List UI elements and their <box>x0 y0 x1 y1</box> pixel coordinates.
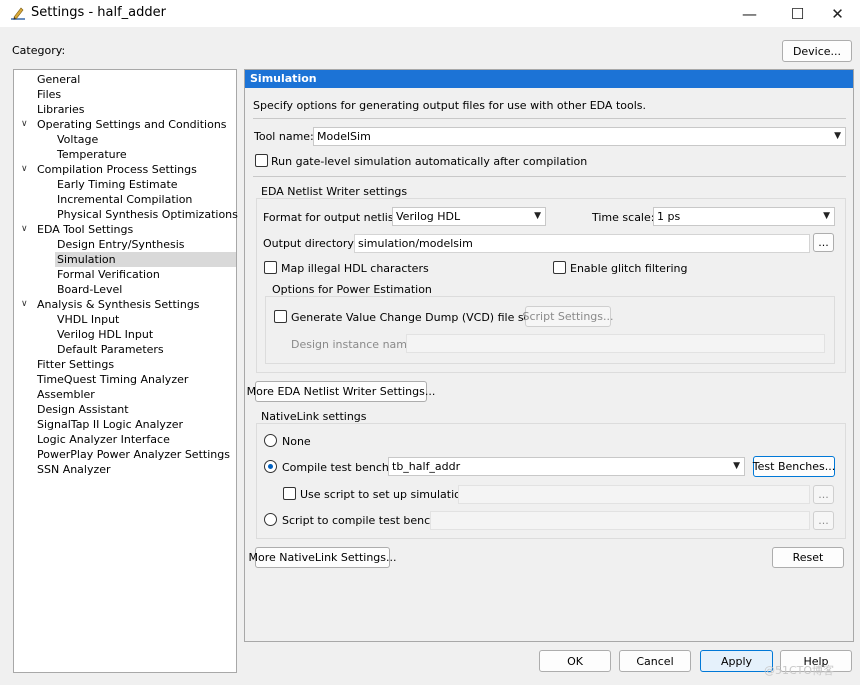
none-radio[interactable] <box>264 434 277 447</box>
compile-tb-value: tb_half_addr <box>392 460 461 473</box>
script-compile-radio[interactable] <box>264 513 277 526</box>
panel-header: Simulation <box>245 70 853 88</box>
tree-item[interactable]: VHDL Input <box>55 312 121 327</box>
run-gate-level-checkbox[interactable] <box>255 154 268 167</box>
tree-item[interactable]: Assembler <box>35 387 97 402</box>
design-instance-input[interactable] <box>406 334 825 353</box>
chevron-down-icon: ▼ <box>834 131 841 141</box>
tool-name-select[interactable]: ModelSim ▼ <box>313 127 846 146</box>
chevron-down-icon: ▼ <box>823 211 830 221</box>
tree-item[interactable]: Design Assistant <box>35 402 131 417</box>
apply-button[interactable]: Apply <box>700 650 773 672</box>
compile-tb-select[interactable]: tb_half_addr ▼ <box>388 457 745 476</box>
timescale-value: 1 ps <box>657 210 681 223</box>
minimize-button[interactable]: — <box>727 0 772 28</box>
tree-item[interactable]: Compilation Process Settings <box>35 162 199 177</box>
power-group-title: Options for Power Estimation <box>272 283 432 296</box>
chevron-down-icon[interactable]: ∨ <box>21 297 31 312</box>
pencil-icon <box>11 7 25 20</box>
tree-item[interactable]: Files <box>35 87 63 102</box>
use-script-input[interactable] <box>458 485 810 504</box>
output-dir-label: Output directory: <box>263 237 357 250</box>
timescale-label: Time scale: <box>592 211 655 224</box>
timescale-select[interactable]: 1 ps ▼ <box>653 207 835 226</box>
run-gate-level-label: Run gate-level simulation automatically … <box>271 155 588 168</box>
chevron-down-icon[interactable]: ∨ <box>21 222 31 237</box>
map-illegal-checkbox[interactable] <box>264 261 277 274</box>
format-value: Verilog HDL <box>396 210 461 223</box>
tree-item[interactable]: EDA Tool Settings <box>35 222 135 237</box>
window-title: Settings - half_adder <box>31 5 166 20</box>
script-compile-browse-button[interactable]: ... <box>813 511 834 530</box>
tree-item[interactable]: Physical Synthesis Optimizations <box>55 207 240 222</box>
more-nativelink-button[interactable]: More NativeLink Settings... <box>249 547 397 568</box>
panel-description: Specify options for generating output fi… <box>253 99 647 112</box>
script-compile-label: Script to compile test bench: <box>282 514 441 527</box>
tree-item[interactable]: General <box>35 72 82 87</box>
tree-item[interactable]: Formal Verification <box>55 267 162 282</box>
divider <box>253 118 846 119</box>
tree-item[interactable]: PowerPlay Power Analyzer Settings <box>35 447 232 462</box>
tree-item[interactable]: Fitter Settings <box>35 357 116 372</box>
tree-item[interactable]: Operating Settings and Conditions <box>35 117 229 132</box>
design-instance-label: Design instance name: <box>291 338 418 351</box>
tree-item[interactable]: SignalTap II Logic Analyzer <box>35 417 185 432</box>
chevron-down-icon: ▼ <box>534 211 541 221</box>
divider <box>253 176 846 177</box>
tree-item[interactable]: Libraries <box>35 102 87 117</box>
tree-item[interactable]: Design Entry/Synthesis <box>55 237 186 252</box>
output-dir-input[interactable]: simulation/modelsim <box>354 234 810 253</box>
script-compile-input[interactable] <box>430 511 810 530</box>
enable-glitch-checkbox[interactable] <box>553 261 566 274</box>
tree-item[interactable]: Temperature <box>55 147 129 162</box>
format-select[interactable]: Verilog HDL ▼ <box>392 207 546 226</box>
tree-item[interactable]: Analysis & Synthesis Settings <box>35 297 202 312</box>
chevron-down-icon: ▼ <box>733 461 740 471</box>
tree-item[interactable]: Verilog HDL Input <box>55 327 155 342</box>
use-script-label: Use script to set up simulation: <box>300 488 472 501</box>
netlist-group-title: EDA Netlist Writer settings <box>261 185 408 198</box>
close-button[interactable]: ✕ <box>815 0 860 28</box>
tree-item[interactable]: Voltage <box>55 132 100 147</box>
tree-item[interactable]: TimeQuest Timing Analyzer <box>35 372 190 387</box>
tree-item[interactable]: Early Timing Estimate <box>55 177 180 192</box>
enable-glitch-label: Enable glitch filtering <box>570 262 688 275</box>
none-label: None <box>282 435 311 448</box>
maximize-button[interactable]: ☐ <box>775 0 820 28</box>
use-script-browse-button[interactable]: ... <box>813 485 834 504</box>
test-benches-button[interactable]: Test Benches... <box>753 456 835 477</box>
device-button[interactable]: Device... <box>782 40 852 62</box>
format-label: Format for output netlist: <box>263 211 402 224</box>
output-dir-browse-button[interactable]: ... <box>813 233 834 252</box>
compile-tb-label: Compile test bench: <box>282 461 393 474</box>
reset-button[interactable]: Reset <box>772 547 844 568</box>
tree-item[interactable]: Default Parameters <box>55 342 166 357</box>
tool-name-label: Tool name: <box>254 130 314 143</box>
chevron-down-icon[interactable]: ∨ <box>21 117 31 132</box>
generate-vcd-checkbox[interactable] <box>274 310 287 323</box>
ok-button[interactable]: OK <box>539 650 611 672</box>
watermark: @51CTO博客 <box>764 664 835 677</box>
nativelink-group-title: NativeLink settings <box>261 410 367 423</box>
compile-tb-radio[interactable] <box>264 460 277 473</box>
generate-vcd-label: Generate Value Change Dump (VCD) file sc… <box>291 311 549 324</box>
cancel-button[interactable]: Cancel <box>619 650 691 672</box>
category-label: Category: <box>12 44 66 57</box>
tree-item[interactable]: Incremental Compilation <box>55 192 194 207</box>
category-tree[interactable]: General Files Libraries ∨ Operating Settings… <box>13 69 240 673</box>
use-script-checkbox[interactable] <box>283 487 296 500</box>
tree-item[interactable]: Simulation <box>55 252 236 267</box>
tool-name-value: ModelSim <box>317 130 371 143</box>
tree-item[interactable]: Logic Analyzer Interface <box>35 432 172 447</box>
tree-item[interactable]: Board-Level <box>55 282 124 297</box>
chevron-down-icon[interactable]: ∨ <box>21 162 31 177</box>
more-eda-button[interactable]: More EDA Netlist Writer Settings... <box>247 381 435 402</box>
tree-item[interactable]: SSN Analyzer <box>35 462 113 477</box>
script-settings-button[interactable]: Script Settings... <box>523 306 614 327</box>
map-illegal-label: Map illegal HDL characters <box>281 262 429 275</box>
